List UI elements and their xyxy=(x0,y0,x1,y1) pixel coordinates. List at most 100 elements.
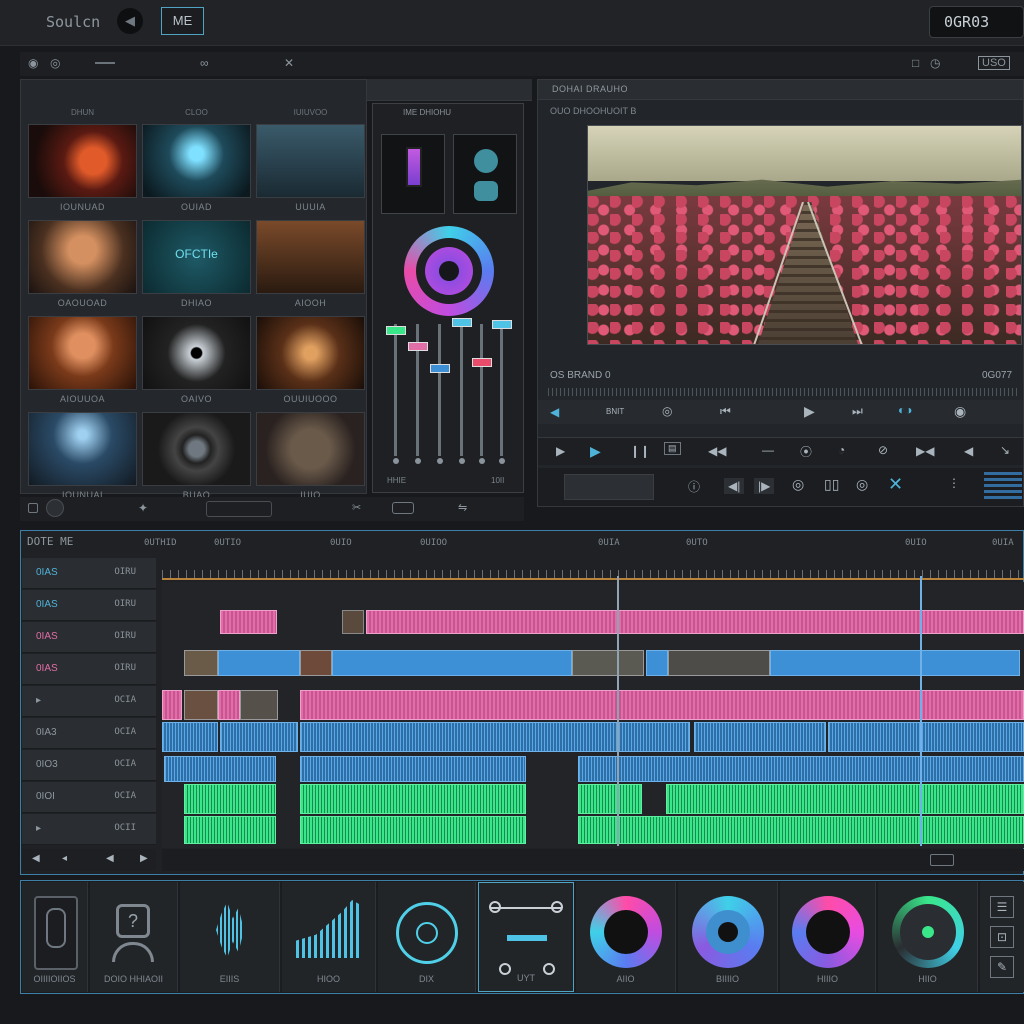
fx-module-wave[interactable]: EIIIS xyxy=(180,882,280,992)
media-thumbnail[interactable] xyxy=(142,316,251,390)
audio-clip[interactable] xyxy=(300,756,526,782)
audio-clip[interactable] xyxy=(578,756,1024,782)
fx-module-timer[interactable]: DIX xyxy=(378,882,476,992)
video-clip[interactable] xyxy=(332,650,572,676)
media-thumbnail[interactable] xyxy=(142,412,251,486)
snap-icon[interactable]: ◎ xyxy=(792,476,804,493)
project-name-field[interactable]: ME xyxy=(161,7,204,35)
fx-module-color-wheel[interactable]: HIIIO xyxy=(780,882,876,992)
timer-icon[interactable]: ◔ xyxy=(838,443,845,457)
fader-knob[interactable] xyxy=(452,318,472,327)
media-thumbnail[interactable] xyxy=(142,124,251,198)
track-header[interactable]: 0IAS OIRU xyxy=(22,590,156,621)
video-clip-thumb[interactable] xyxy=(240,690,278,720)
trim-field[interactable] xyxy=(564,474,654,500)
slip-icon[interactable]: ⇋ xyxy=(458,501,467,514)
video-clip-thumb[interactable] xyxy=(184,650,218,676)
record-icon[interactable]: ◉ xyxy=(28,56,38,70)
audio-clip[interactable] xyxy=(220,722,298,752)
audio-clip[interactable] xyxy=(300,722,690,752)
track-header[interactable]: ▸ OCIA xyxy=(22,686,156,717)
scroll-left-icon[interactable]: ◀ xyxy=(106,853,114,864)
scissors-icon[interactable]: ✂ xyxy=(352,501,361,514)
media-thumbnail[interactable] xyxy=(256,412,365,486)
master-gain-knob[interactable] xyxy=(404,226,494,316)
audio-clip[interactable] xyxy=(184,816,276,844)
media-thumbnail[interactable] xyxy=(256,316,365,390)
toggle-icon[interactable] xyxy=(392,502,414,514)
fast-forward-icon[interactable]: ▶◀ xyxy=(916,444,934,458)
video-clip[interactable] xyxy=(300,690,1024,720)
audio-clip[interactable] xyxy=(164,756,276,782)
video-clip[interactable] xyxy=(218,650,300,676)
mark-icon[interactable]: ◎ xyxy=(662,404,672,418)
audio-clip[interactable] xyxy=(578,816,1024,844)
track-header[interactable]: 0IOI OCIA xyxy=(22,782,156,813)
star-icon[interactable]: ✦ xyxy=(138,501,148,515)
minus-icon[interactable] xyxy=(95,62,115,64)
fx-module-lift[interactable]: HIIO xyxy=(878,882,978,992)
fx-module-color-wheel[interactable]: BIIIIO xyxy=(678,882,778,992)
video-clip[interactable] xyxy=(220,610,277,634)
clock-icon[interactable]: ◷ xyxy=(930,56,940,70)
info-icon[interactable]: ⓘ xyxy=(688,478,700,495)
media-thumbnail[interactable] xyxy=(256,220,365,294)
timeline-scrollbar[interactable] xyxy=(162,849,1024,871)
jog-left-icon[interactable]: ◀ xyxy=(550,405,559,419)
video-clip-thumb[interactable] xyxy=(668,650,770,676)
fx-module-lock[interactable]: ? DOIO HHIAOII xyxy=(90,882,178,992)
fit-icon[interactable] xyxy=(930,854,954,866)
settings-dial-icon[interactable]: ◉ xyxy=(954,403,966,420)
media-thumbnail[interactable] xyxy=(28,220,137,294)
workspace-label[interactable]: USO xyxy=(978,56,1010,70)
fader-knob[interactable] xyxy=(472,358,492,367)
zoom-knob[interactable] xyxy=(46,499,64,517)
crop-tool-icon[interactable]: ⊡ xyxy=(990,926,1014,948)
rewind-icon[interactable]: ◀◀ xyxy=(708,444,726,458)
prev-frame-icon[interactable]: ⏮ xyxy=(720,404,731,419)
scroll-right-icon[interactable]: ▶ xyxy=(140,853,148,864)
fx-module-eq[interactable]: HIOO xyxy=(282,882,376,992)
square-icon[interactable]: □ xyxy=(912,56,919,70)
curve-icon[interactable]: ↘ xyxy=(1000,443,1010,457)
audio-clip[interactable] xyxy=(162,722,218,752)
track-header[interactable]: 0IAS OIRU xyxy=(22,558,156,589)
play-button[interactable]: ▶ xyxy=(804,403,815,420)
trim-out-icon[interactable]: |▶ xyxy=(754,478,775,494)
step-icon[interactable]: ▶ xyxy=(556,444,565,458)
track-icon[interactable]: 0IO3 xyxy=(36,759,58,770)
media-icon[interactable]: ◎ xyxy=(50,56,60,70)
track-header[interactable]: 0IO3 OCIA xyxy=(22,750,156,781)
video-clip[interactable] xyxy=(162,690,182,720)
fx-module-link[interactable]: UYT xyxy=(478,882,574,992)
media-thumbnail[interactable] xyxy=(28,316,137,390)
track-header[interactable]: 0IAS OIRU xyxy=(22,654,156,685)
audio-clip[interactable] xyxy=(694,722,826,752)
split-icon[interactable]: ▯▯ xyxy=(824,476,839,493)
dash-icon[interactable]: — xyxy=(762,443,774,457)
video-clip-thumb[interactable] xyxy=(572,650,644,676)
video-clip[interactable] xyxy=(770,650,1020,676)
audio-clip[interactable] xyxy=(666,784,1024,814)
track-header[interactable]: ▸ OCII xyxy=(22,814,156,845)
track-icon[interactable]: 0IOI xyxy=(36,791,55,802)
track-header[interactable]: 0IA3 OCIA xyxy=(22,718,156,749)
play-icon[interactable]: ▶ xyxy=(590,443,601,460)
track-icon[interactable]: 0IAS xyxy=(36,631,58,642)
fader-knob[interactable] xyxy=(386,326,406,335)
fx-module-color-wheel[interactable]: AIIO xyxy=(576,882,676,992)
media-thumbnail[interactable] xyxy=(28,412,137,486)
audio-clip[interactable] xyxy=(300,816,526,844)
track-icon[interactable]: 0IAS xyxy=(36,663,58,674)
list-view-icon[interactable] xyxy=(28,503,38,513)
pause-icon[interactable]: ❙❙ xyxy=(630,444,650,458)
cut-icon[interactable]: ✕ xyxy=(284,56,294,70)
video-clip[interactable] xyxy=(218,690,240,720)
fader-knob[interactable] xyxy=(408,342,428,351)
loop-icon[interactable]: ◐◑ xyxy=(898,403,913,417)
track-icon[interactable]: ▸ xyxy=(36,823,41,834)
delete-icon[interactable]: ✕ xyxy=(888,474,903,495)
grid-tool-icon[interactable]: ☰ xyxy=(990,896,1014,918)
slider-control[interactable] xyxy=(206,501,272,517)
more-icon[interactable]: ⋮ xyxy=(948,476,960,490)
